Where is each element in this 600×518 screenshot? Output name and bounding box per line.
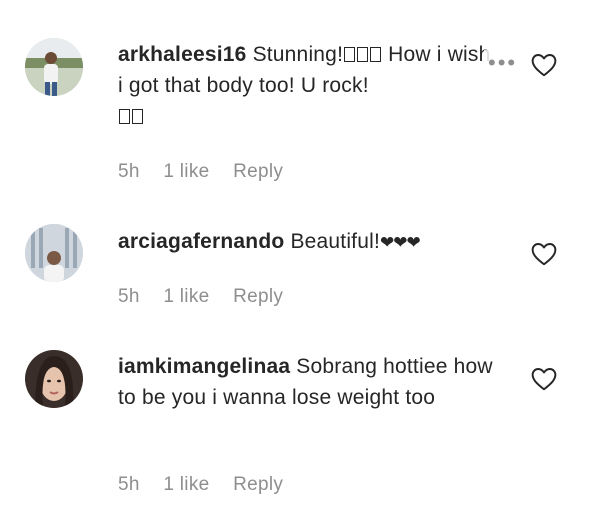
- comment-text: Beautiful!: [290, 230, 380, 253]
- comment-meta: 5h 1 like Reply: [118, 474, 301, 496]
- avatar[interactable]: [25, 350, 83, 408]
- reply-button[interactable]: Reply: [233, 474, 283, 495]
- comment-time: 5h: [118, 474, 140, 495]
- emoji-hearts: ❤❤❤: [380, 233, 421, 252]
- comment-body: arciagafernando Beautiful!❤❤❤: [118, 226, 498, 258]
- comment-meta: 5h 1 like Reply: [118, 161, 301, 183]
- comment-time: 5h: [118, 161, 140, 182]
- comment-likes[interactable]: 1 like: [163, 161, 209, 182]
- reply-button[interactable]: Reply: [233, 286, 283, 307]
- heart-outline-icon[interactable]: [531, 53, 557, 77]
- comment-text: Stunning!: [252, 43, 344, 66]
- comment-time: 5h: [118, 286, 140, 307]
- emoji-placeholder-glyphs: [118, 105, 144, 128]
- ellipsis-icon[interactable]: •••: [484, 50, 518, 76]
- reply-button[interactable]: Reply: [233, 161, 283, 182]
- comment-username[interactable]: arkhaleesi16: [118, 43, 247, 66]
- comment-username[interactable]: iamkimangelinaa: [118, 355, 290, 378]
- comment-username[interactable]: arciagafernando: [118, 230, 284, 253]
- comment-body: arkhaleesi16 Stunning! How i wish i got …: [118, 39, 498, 132]
- avatar[interactable]: [25, 38, 83, 96]
- emoji-placeholder-glyphs: [343, 43, 382, 66]
- avatar[interactable]: [25, 224, 83, 282]
- heart-outline-icon[interactable]: [531, 242, 557, 266]
- comment-meta: 5h 1 like Reply: [118, 286, 301, 308]
- heart-outline-icon[interactable]: [531, 367, 557, 391]
- comment-likes[interactable]: 1 like: [163, 286, 209, 307]
- comment-body: iamkimangelinaa Sobrang hottiee how to b…: [118, 351, 498, 413]
- comment-likes[interactable]: 1 like: [163, 474, 209, 495]
